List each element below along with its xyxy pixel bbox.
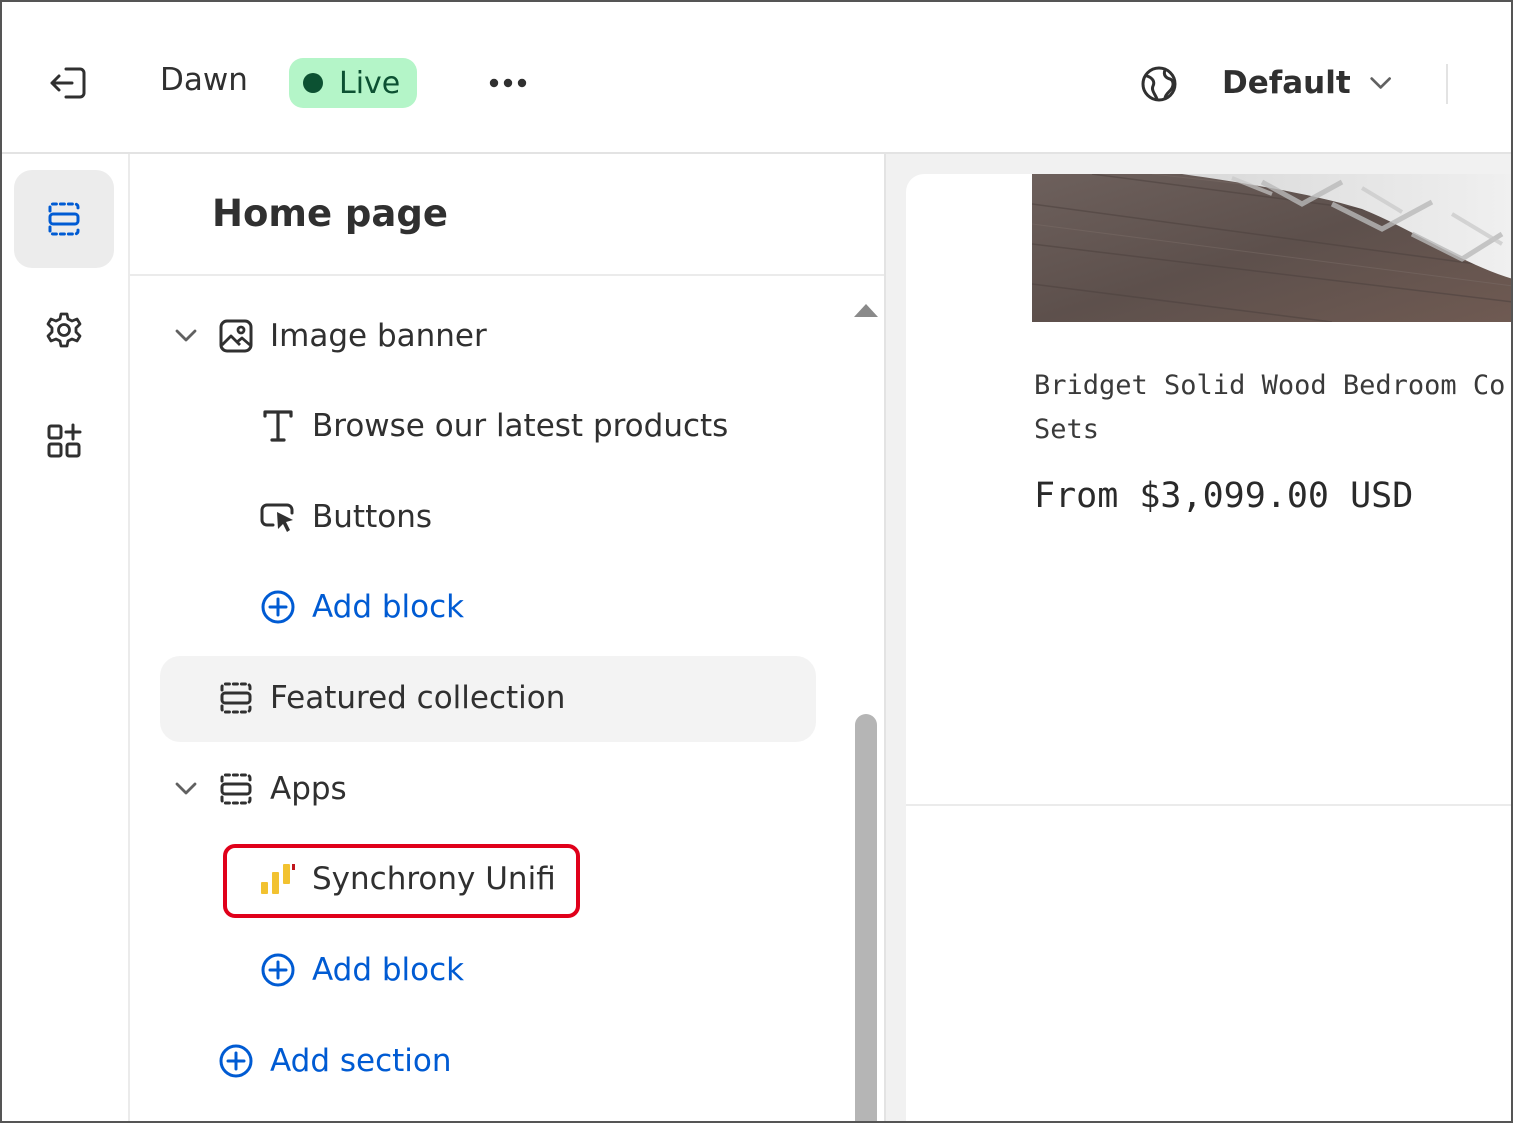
panel-header-divider [130, 274, 884, 276]
product-title[interactable]: Bridget Solid Wood Bedroom Co Sets [1034, 364, 1513, 452]
block-label: Buttons [312, 499, 432, 535]
theme-name: Dawn [160, 62, 248, 98]
synchrony-app-icon [258, 859, 298, 899]
sections-panel: Home page Image banner Browse our latest… [130, 154, 886, 1123]
section-apps[interactable]: Apps [216, 769, 347, 809]
preview-section-divider [906, 804, 1513, 806]
gear-icon [46, 312, 82, 348]
rail-theme-settings-button[interactable] [14, 281, 114, 379]
button-icon [258, 497, 298, 537]
globe-icon [1141, 66, 1177, 102]
storefront-preview: Bridget Solid Wood Bedroom Co Sets From … [886, 154, 1513, 1134]
more-horizontal-icon [489, 78, 527, 88]
live-dot-icon [303, 73, 323, 93]
app-embed-icon [47, 423, 82, 458]
preview-canvas: Bridget Solid Wood Bedroom Co Sets From … [906, 174, 1513, 1134]
block-browse-products[interactable]: Browse our latest products [258, 406, 728, 446]
section-label: Featured collection [270, 680, 566, 716]
block-label: Browse our latest products [312, 408, 729, 444]
text-icon [258, 406, 298, 446]
add-section-label: Add section [270, 1043, 452, 1079]
locale-select[interactable]: Default [1222, 58, 1392, 108]
sections-icon [48, 202, 80, 236]
exit-icon [50, 67, 86, 99]
apps-add-block-button[interactable]: Add block [258, 950, 464, 990]
section-image-banner[interactable]: Image banner [216, 316, 487, 356]
exit-button[interactable] [42, 58, 94, 108]
triangle-up-icon [854, 304, 878, 317]
section-label: Apps [270, 771, 347, 807]
editor-topbar: Dawn Live Default [0, 0, 1513, 154]
block-buttons[interactable]: Buttons [258, 497, 432, 537]
rail-app-embeds-button[interactable] [14, 392, 114, 490]
plus-circle-icon [216, 1041, 256, 1081]
live-status-text: Live [339, 65, 401, 101]
chevron-down-icon [175, 329, 197, 342]
language-button[interactable] [1133, 58, 1185, 110]
editor-side-rail [0, 154, 130, 1123]
block-label: Synchrony Unifi [312, 861, 556, 897]
image-icon [216, 316, 256, 356]
apps-collapse-toggle[interactable] [170, 773, 202, 805]
add-block-label: Add block [312, 589, 465, 625]
section-label: Image banner [270, 318, 487, 354]
section-icon [216, 769, 256, 809]
product-image[interactable] [1032, 174, 1513, 322]
add-section-button[interactable]: Add section [216, 1041, 452, 1081]
product-price: From $3,099.00 USD [1034, 476, 1414, 516]
locale-select-value: Default [1222, 65, 1351, 101]
section-featured-collection[interactable]: Featured collection [216, 678, 565, 718]
chevron-down-icon [175, 782, 197, 795]
topbar-divider [1446, 64, 1448, 104]
scroll-up-arrow[interactable] [852, 300, 880, 320]
more-actions-button[interactable] [480, 58, 536, 108]
panel-scrollbar-thumb[interactable] [855, 714, 877, 1123]
plus-circle-icon [258, 587, 298, 627]
block-synchrony-unifi[interactable]: Synchrony Unifi [258, 859, 556, 899]
plus-circle-icon [258, 950, 298, 990]
rail-sections-button[interactable] [14, 170, 114, 268]
add-block-label: Add block [312, 952, 465, 988]
live-status-badge: Live [289, 58, 417, 108]
image-banner-collapse-toggle[interactable] [170, 320, 202, 352]
image-banner-add-block-button[interactable]: Add block [258, 587, 464, 627]
section-icon [216, 678, 256, 718]
page-title: Home page [212, 192, 448, 235]
chevron-down-icon [1370, 77, 1391, 89]
